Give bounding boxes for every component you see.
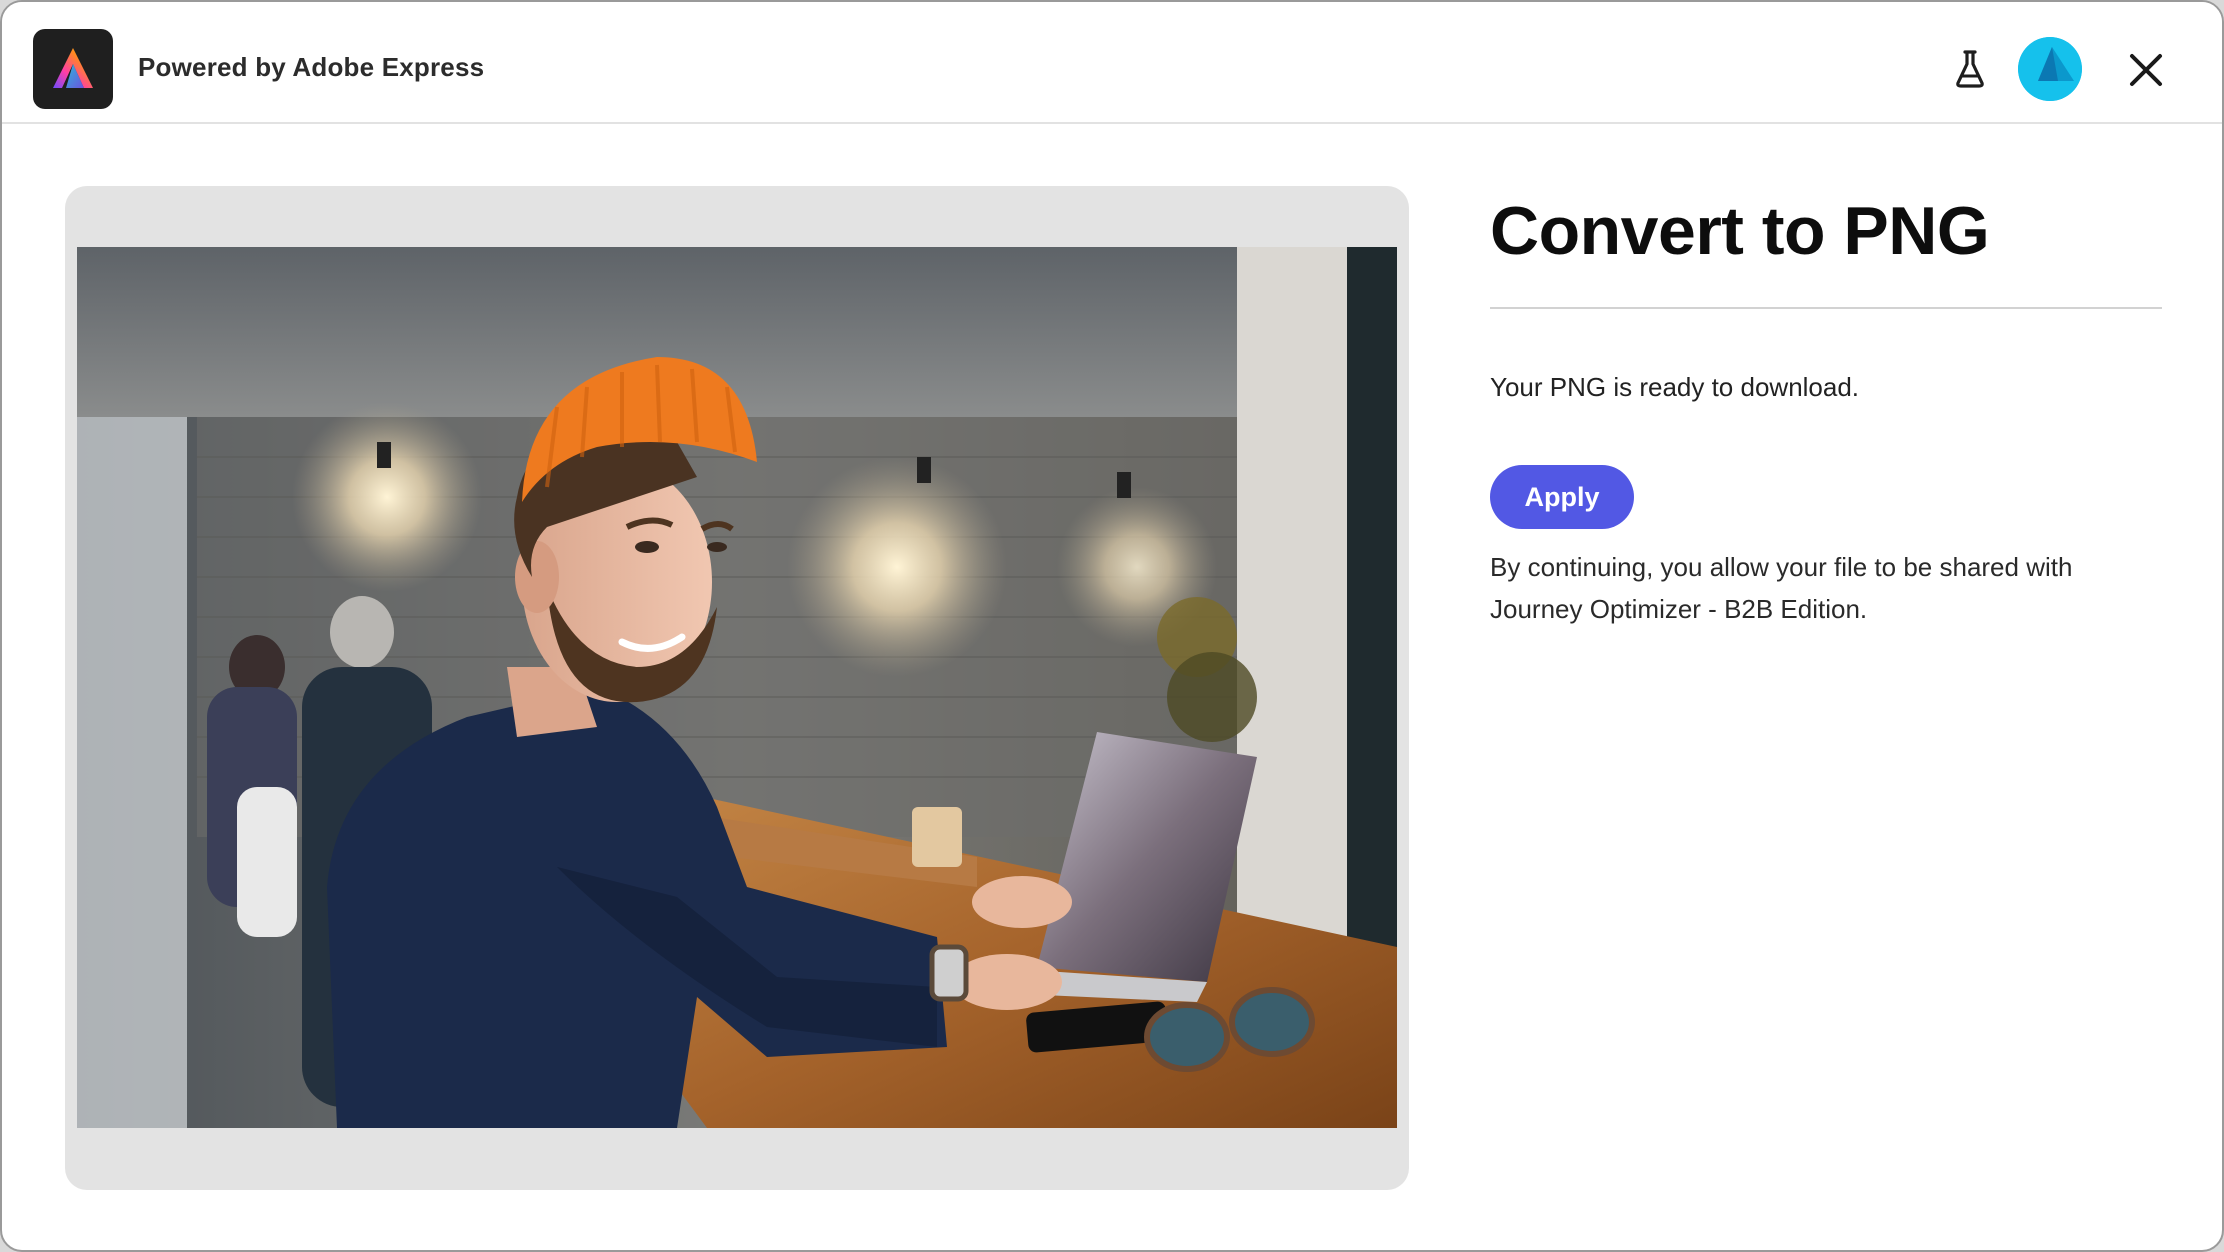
- title-divider: [1490, 307, 2162, 309]
- consent-message: By continuing, you allow your file to be…: [1490, 552, 2073, 624]
- header-bar: Powered by Adobe Express: [2, 2, 2222, 124]
- dialog-window: Powered by Adobe Express Convert to PNG …: [0, 0, 2224, 1252]
- user-avatar[interactable]: [2018, 37, 2082, 101]
- page-title: Convert to PNG: [1490, 193, 1990, 269]
- close-icon[interactable]: [2124, 48, 2168, 92]
- ready-message: Your PNG is ready to download.: [1490, 372, 1860, 402]
- adobe-express-logo-icon: [33, 29, 113, 109]
- image-preview-panel: [65, 186, 1409, 1190]
- powered-by-label: Powered by Adobe Express: [138, 52, 485, 82]
- photo-preview-image: [77, 247, 1397, 1128]
- flask-icon[interactable]: [1950, 46, 1990, 92]
- apply-button[interactable]: Apply: [1490, 465, 1634, 529]
